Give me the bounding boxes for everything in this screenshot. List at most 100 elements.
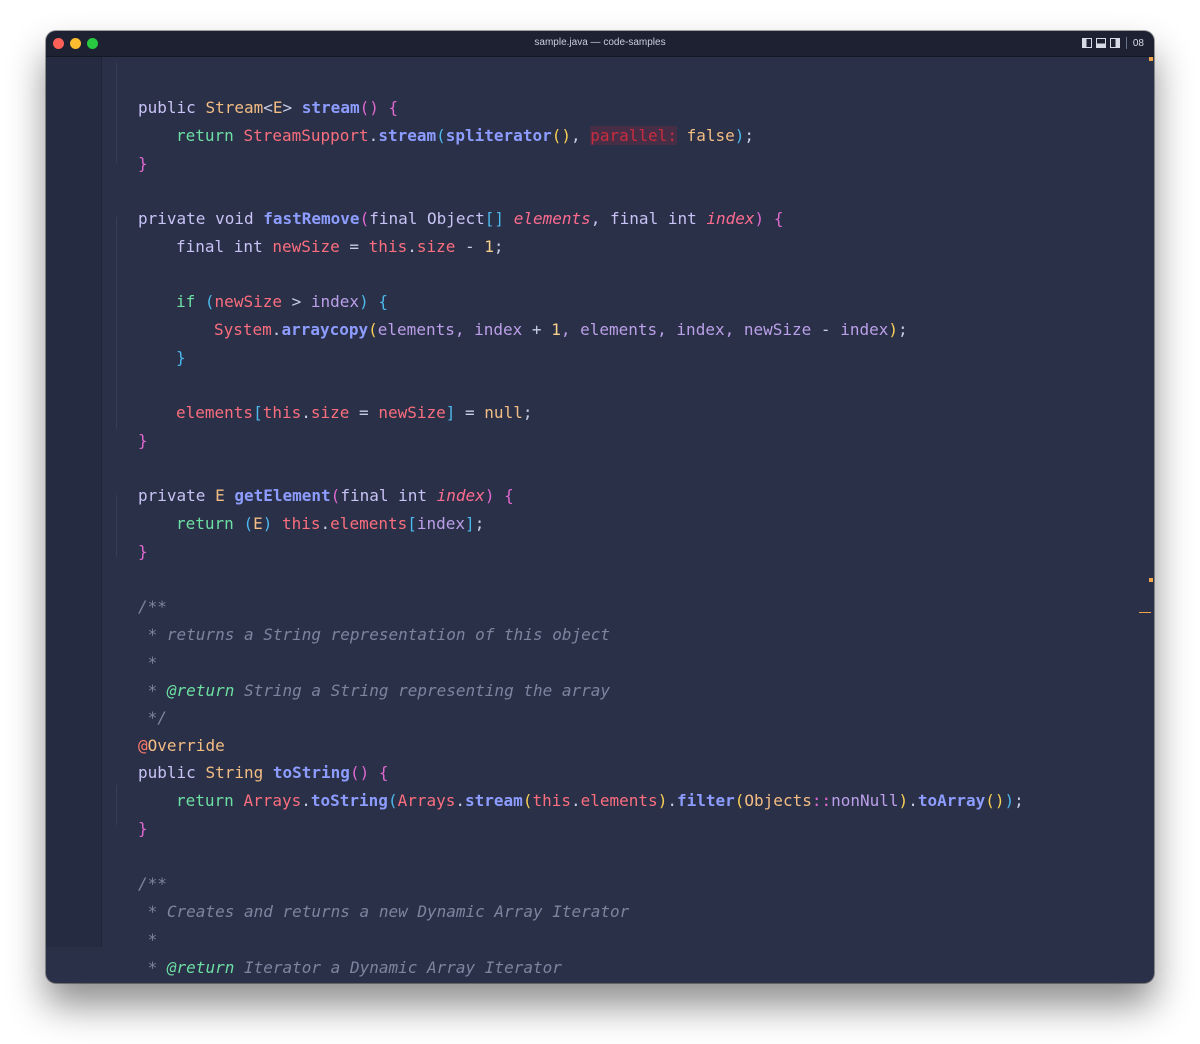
code-token: ( (330, 486, 341, 505)
code-token: index (840, 320, 889, 339)
code-token: . (407, 237, 417, 256)
code-token: . (908, 791, 918, 810)
code-token: private (138, 486, 216, 505)
code-token: final int (176, 237, 273, 256)
code-token: return (176, 791, 244, 810)
code-token: index (416, 514, 466, 533)
code-token: :: (811, 791, 832, 810)
code-line[interactable]: * (138, 649, 158, 677)
code-line[interactable]: } (176, 344, 186, 372)
code-token: private void (138, 209, 264, 228)
code-token: ] (445, 403, 456, 422)
code-token: index (310, 292, 360, 311)
code-line[interactable]: System.arraycopy(elements, index + 1, el… (214, 316, 908, 344)
code-token: elements (330, 514, 408, 533)
code-token: < (263, 98, 273, 117)
code-line[interactable]: if (newSize > index) { (176, 288, 388, 316)
title-bar: sample.java — code-samples 08 (46, 31, 1154, 57)
code-token: * Creates and returns a new Dynamic Arra… (138, 902, 630, 921)
code-token: return (176, 514, 244, 533)
toggle-bottom-panel-icon[interactable] (1095, 38, 1106, 48)
toggle-right-panel-icon[interactable] (1109, 38, 1120, 48)
code-line[interactable]: * returns a String representation of thi… (138, 621, 610, 649)
code-line[interactable]: /** (138, 593, 167, 621)
code-line[interactable]: final int newSize = this.size - 1; (176, 233, 504, 261)
code-token: Objects (744, 791, 812, 810)
code-token: { (378, 763, 389, 782)
code-token: this (282, 514, 321, 533)
code-token: 1 (551, 320, 561, 339)
code-line[interactable]: } (138, 538, 148, 566)
code-token: > (282, 98, 302, 117)
code-token: * (138, 958, 167, 977)
code-token: false (676, 126, 735, 145)
code-token: () (359, 98, 379, 117)
code-token: E (272, 98, 283, 117)
code-token: stream (465, 791, 523, 810)
code-token: ; (493, 237, 504, 256)
scrollbar-marker[interactable] (1149, 57, 1153, 61)
scrollbar-marker[interactable] (1139, 612, 1151, 613)
code-token: elements (580, 791, 658, 810)
code-line[interactable]: } (138, 427, 148, 455)
code-line[interactable]: } (138, 815, 148, 843)
code-token: = (455, 403, 485, 422)
code-token: StreamSupport (243, 126, 369, 145)
code-token: Arrays (243, 791, 302, 810)
code-token: ( (436, 126, 446, 145)
code-token: */ (138, 708, 167, 727)
code-line[interactable]: private E getElement(final int index) { (138, 482, 514, 510)
code-token: nonNull (831, 791, 899, 810)
code-line[interactable]: public String toString() { (138, 759, 388, 787)
code-token: if (176, 292, 205, 311)
code-line[interactable]: * @return String a String representing t… (138, 677, 610, 705)
code-token: Arrays (397, 791, 456, 810)
code-token: , elements, index, newSize (560, 320, 812, 339)
code-line[interactable]: } (138, 150, 148, 178)
layout-menu-label[interactable]: 08 (1133, 38, 1144, 49)
code-line[interactable]: private void fastRemove(final Object[] e… (138, 205, 783, 233)
code-line[interactable]: return StreamSupport.stream(spliterator(… (176, 122, 754, 150)
code-token: stream (378, 126, 437, 145)
code-token: final Object (369, 209, 485, 228)
code-line[interactable]: * @return Iterator a Dynamic Array Itera… (138, 954, 562, 982)
code-line[interactable]: public Stream<E> stream() { (138, 94, 398, 122)
code-area[interactable]: public Stream<E> stream() { return Strea… (46, 57, 1146, 977)
code-token: * (138, 653, 158, 672)
code-editor[interactable]: public Stream<E> stream() { return Strea… (46, 57, 1154, 983)
code-token: 1 (484, 237, 494, 256)
code-token: } (138, 154, 148, 173)
scrollbar-marker[interactable] (1149, 578, 1153, 582)
code-token: fastRemove (263, 209, 360, 228)
toggle-left-panel-icon[interactable] (1081, 38, 1092, 48)
code-token: String (205, 763, 264, 782)
code-line[interactable]: * Creates and returns a new Dynamic Arra… (138, 898, 630, 926)
code-line[interactable]: return (E) this.elements[index]; (176, 510, 484, 538)
code-token: ) (734, 126, 745, 145)
code-token: . (570, 791, 581, 810)
code-token: filter (676, 791, 735, 810)
code-line[interactable]: return Arrays.toString(Arrays.stream(thi… (176, 787, 1024, 815)
code-token: elements, index (377, 320, 523, 339)
code-line[interactable]: /** (138, 870, 167, 898)
code-token: . (301, 791, 311, 810)
code-token: + (522, 320, 552, 339)
code-line[interactable]: */ (138, 704, 167, 732)
code-line[interactable]: @Override (138, 732, 225, 760)
inlay-parameter-hint: parallel: (590, 126, 677, 145)
code-line[interactable]: * (138, 926, 158, 954)
code-token: stream (301, 98, 360, 117)
code-token: this (262, 403, 302, 422)
code-token: - (455, 237, 485, 256)
code-token: this (532, 791, 571, 810)
code-token: ) (754, 209, 765, 228)
code-token: newSize (214, 292, 282, 311)
code-token: . (271, 320, 282, 339)
code-token: ) (484, 486, 495, 505)
code-line[interactable]: elements[this.size = newSize] = null; (176, 399, 532, 427)
code-token: > (281, 292, 311, 311)
